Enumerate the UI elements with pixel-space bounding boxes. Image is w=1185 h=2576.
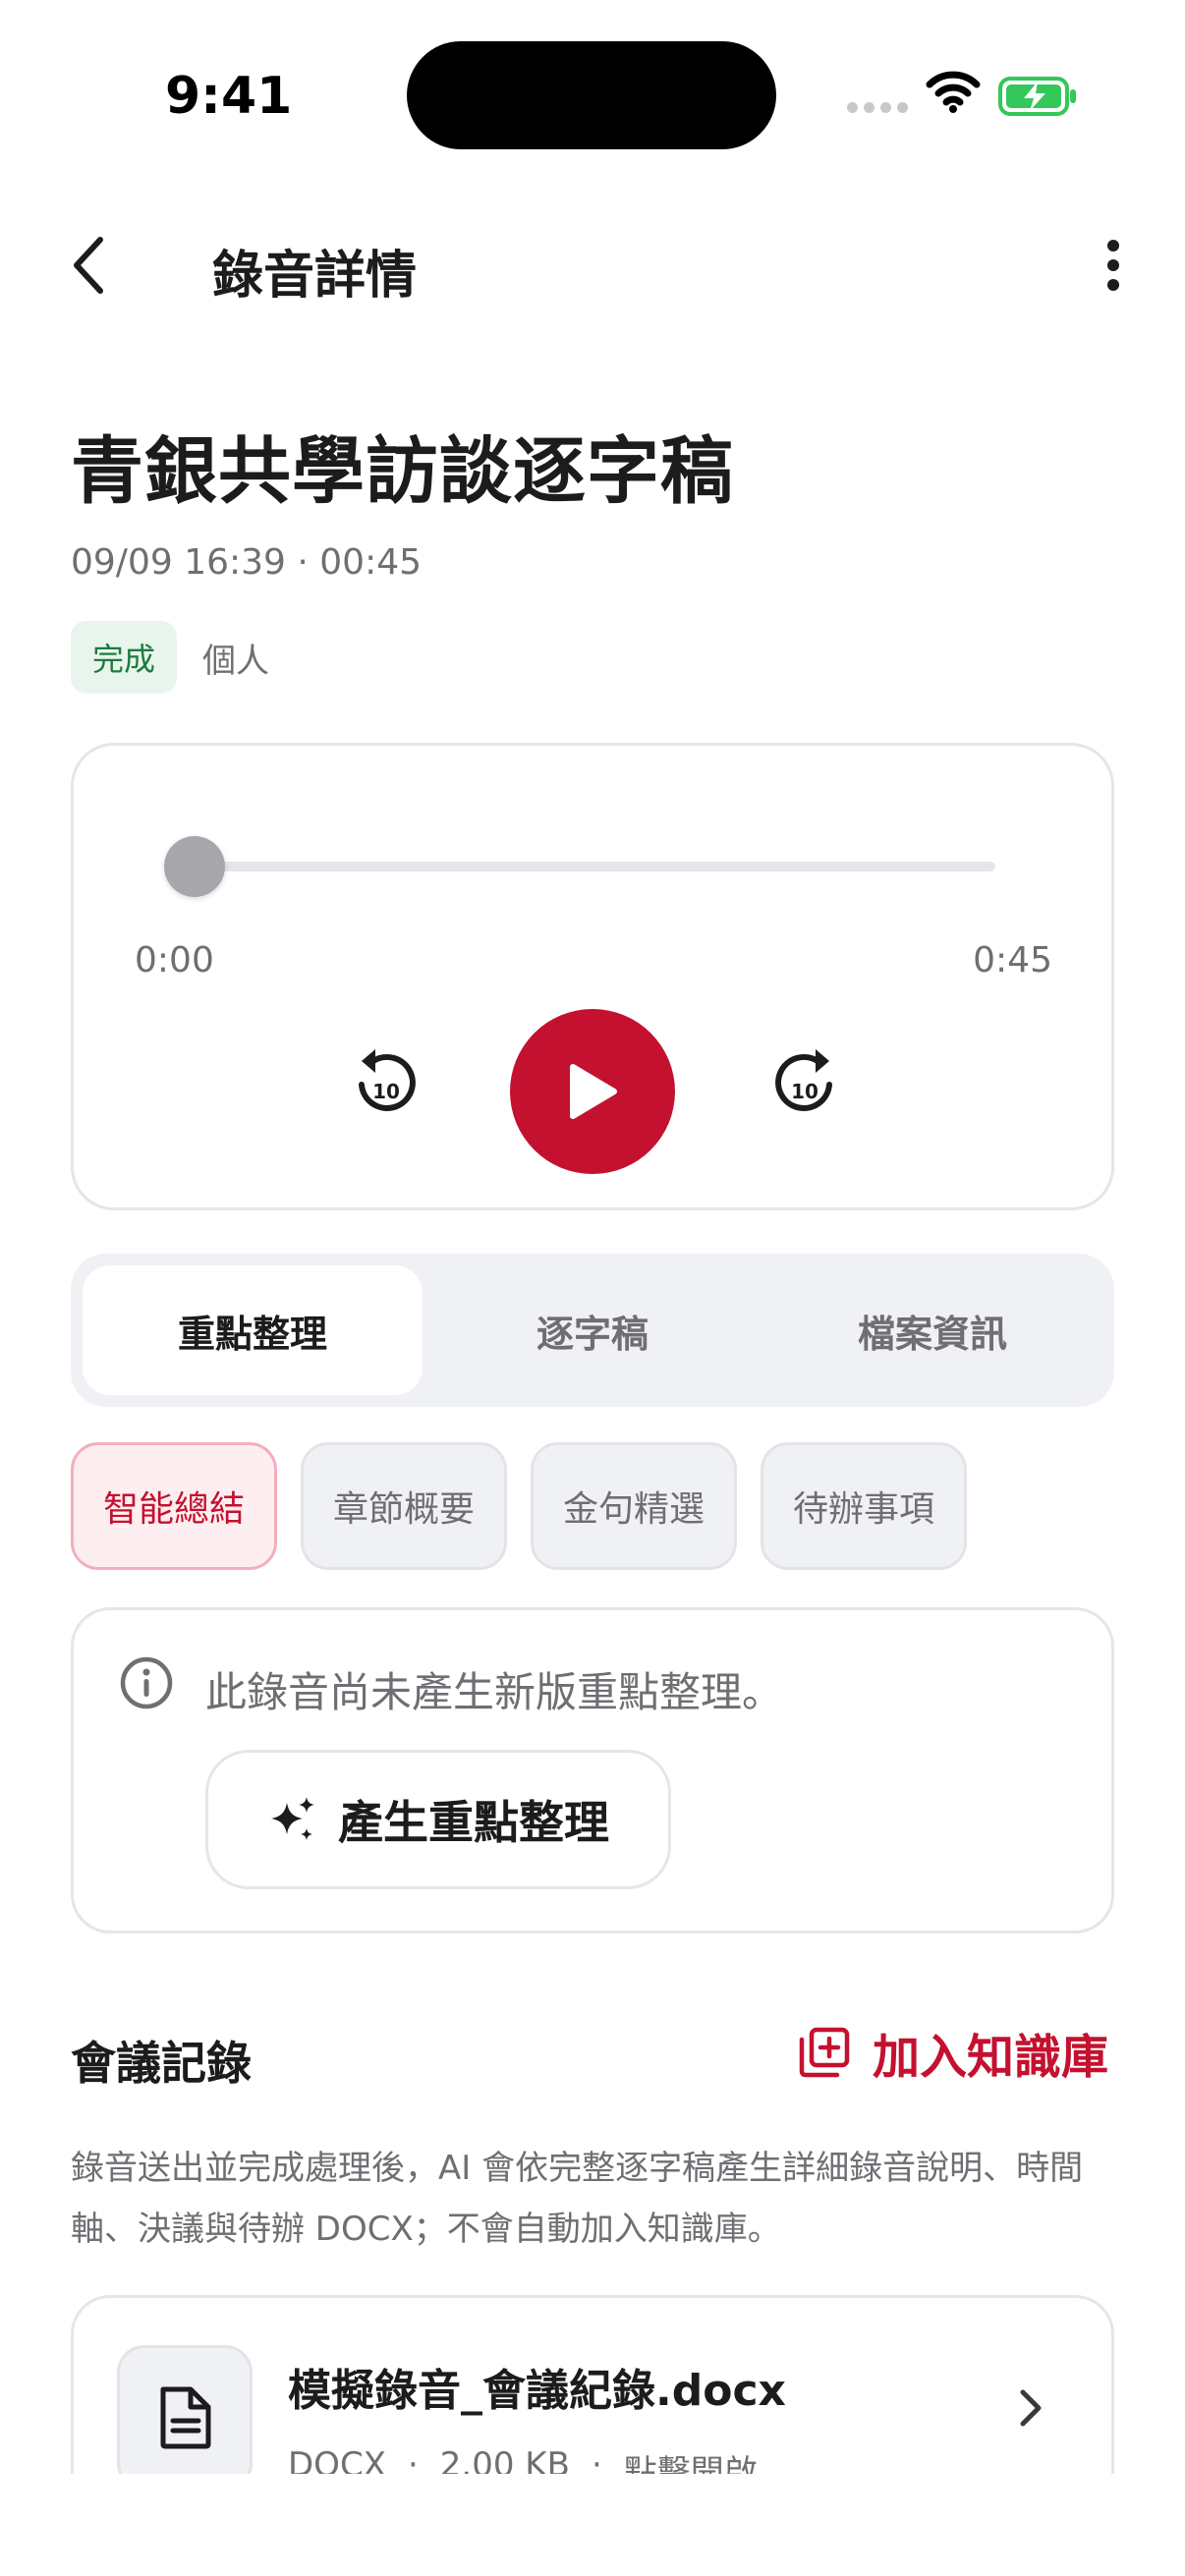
duration-time: 0:45 [973, 940, 1052, 980]
chevron-right-icon [1020, 2389, 1042, 2427]
cellular-signal-icon [847, 102, 908, 113]
svg-text:10: 10 [791, 1080, 818, 1103]
chip-todo-items[interactable]: 待辦事項 [761, 1442, 967, 1570]
chip-chapter-overview[interactable]: 章節概要 [301, 1442, 507, 1570]
generate-highlights-button[interactable]: 產生重點整理 [205, 1750, 671, 1889]
rewind-10-button[interactable]: 10 [341, 1040, 429, 1129]
chevron-left-icon [74, 237, 103, 294]
progress-thumb[interactable] [164, 836, 225, 897]
dynamic-island [407, 41, 776, 149]
top-nav-bar: 錄音詳情 [0, 216, 1185, 314]
forward-10-button[interactable]: 10 [762, 1040, 850, 1129]
summary-notice-card: 此錄音尚未產生新版重點整理。 產生重點整理 [71, 1607, 1114, 1933]
forward-10-icon: 10 [775, 1049, 832, 1111]
recording-title: 青銀共學訪談逐字稿 [71, 429, 734, 514]
progress-track[interactable] [192, 862, 995, 871]
status-badge: 完成 [71, 621, 178, 694]
audio-player-card: 0:00 0:45 10 10 [71, 743, 1114, 1210]
chip-key-quotes[interactable]: 金句精選 [531, 1442, 737, 1570]
file-icon-box [117, 2345, 253, 2491]
summary-type-chips: 智能總結 章節概要 金句精選 待辦事項 [71, 1442, 967, 1570]
content-tabs: 重點整理 逐字稿 檔案資訊 [71, 1254, 1114, 1407]
scope-label: 個人 [202, 641, 270, 681]
tab-file-info[interactable]: 檔案資訊 [762, 1265, 1102, 1395]
wifi-icon [926, 71, 981, 113]
more-vertical-icon [1107, 240, 1119, 291]
more-options-button[interactable] [1079, 228, 1148, 303]
notice-text: 此錄音尚未產生新版重點整理。 [205, 1668, 784, 1716]
current-time: 0:00 [135, 940, 214, 980]
bottom-safe-area [0, 2474, 1185, 2576]
back-button[interactable] [51, 228, 126, 303]
battery-charging-icon [998, 77, 1076, 116]
chip-smart-summary[interactable]: 智能總結 [71, 1442, 277, 1570]
meeting-records-title: 會議記錄 [71, 2037, 252, 2090]
tab-transcript[interactable]: 逐字稿 [423, 1265, 762, 1395]
recording-meta: 09/09 16:39 · 00:45 [71, 542, 423, 583]
generate-button-label: 產生重點整理 [338, 1796, 609, 1849]
recording-badges: 完成 個人 [71, 621, 269, 694]
status-time: 9:41 [165, 67, 293, 126]
add-to-knowledge-base-label: 加入知識庫 [873, 2030, 1109, 2085]
play-icon [570, 1064, 617, 1119]
rewind-10-icon: 10 [359, 1049, 416, 1111]
tab-highlights[interactable]: 重點整理 [83, 1265, 423, 1395]
status-bar: 9:41 [0, 0, 1185, 196]
header-title: 錄音詳情 [212, 247, 418, 306]
svg-text:10: 10 [372, 1080, 400, 1103]
meeting-records-description: 錄音送出並完成處理後，AI 會依完整逐字稿產生詳細錄音說明、時間軸、決議與待辦 … [71, 2149, 1084, 2249]
add-to-library-icon [799, 2027, 850, 2078]
document-icon [160, 2386, 211, 2449]
file-name: 模擬錄音_會議紀錄.docx [288, 2366, 786, 2416]
info-icon [120, 1656, 173, 1709]
sparkle-icon [271, 1797, 314, 1840]
add-to-knowledge-base-button[interactable]: 加入知識庫 [798, 2018, 1108, 2087]
play-button[interactable] [510, 1009, 675, 1174]
